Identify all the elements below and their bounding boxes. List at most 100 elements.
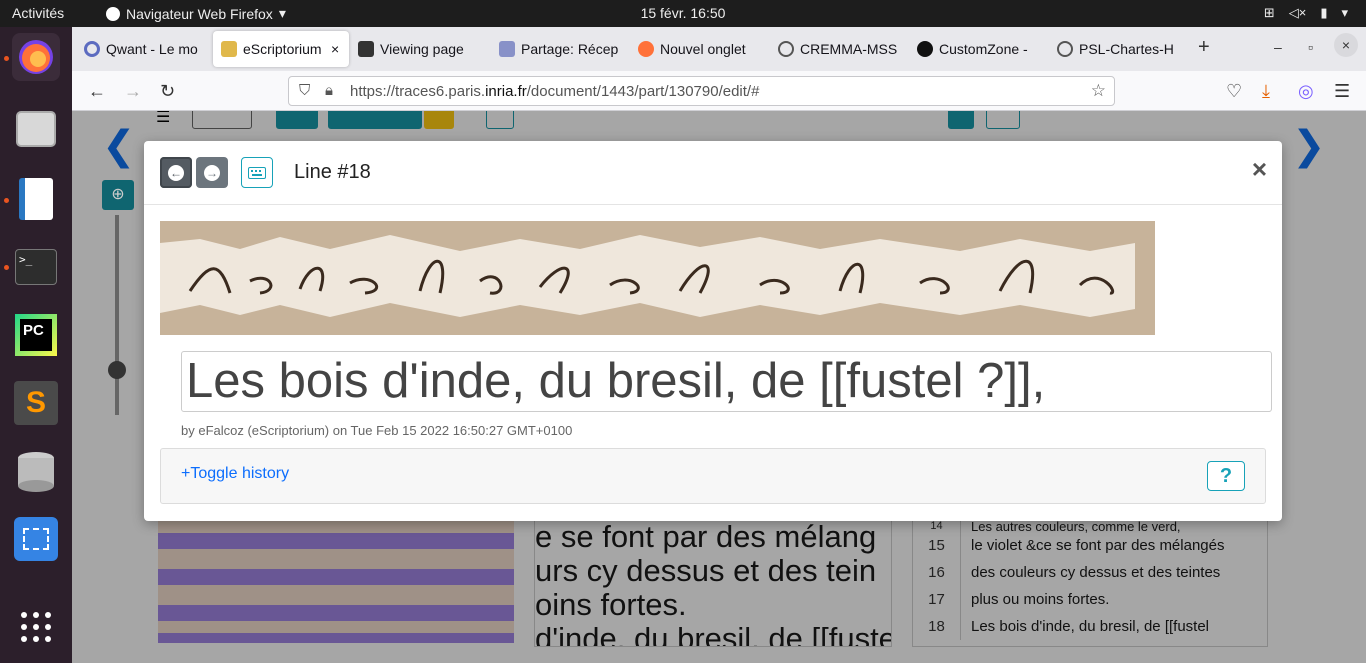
running-indicator bbox=[4, 265, 9, 270]
customzone-icon bbox=[917, 41, 933, 57]
help-button[interactable]: ? bbox=[1207, 461, 1245, 491]
settings-button[interactable] bbox=[276, 111, 318, 129]
cut-button[interactable] bbox=[424, 111, 454, 129]
next-page-icon[interactable]: ❯ bbox=[1292, 123, 1326, 169]
line-list-icon[interactable]: ☰ bbox=[156, 111, 170, 127]
escriptorium-icon bbox=[221, 41, 237, 57]
battery-icon: ▮ bbox=[1320, 5, 1328, 20]
pocket-icon[interactable]: ♡ bbox=[1226, 81, 1242, 102]
help-button[interactable] bbox=[486, 111, 514, 129]
tab-nouvel-onglet[interactable]: Nouvel onglet bbox=[638, 31, 768, 67]
line-text: plus ou moins fortes. bbox=[971, 591, 1110, 608]
line-text: Les autres couleurs, comme le verd, bbox=[971, 519, 1181, 534]
bg-text-line: e se font par des mélang bbox=[535, 519, 877, 554]
zoom-in-button[interactable]: ⊕ bbox=[102, 180, 134, 210]
url-domain: inria.fr bbox=[485, 83, 527, 100]
sublime-dock-icon[interactable]: S bbox=[12, 379, 60, 427]
tab-label: PSL-Chartes-H bbox=[1079, 41, 1174, 57]
url-suffix: /document/1443/part/130790/edit/# bbox=[526, 83, 760, 100]
list-item[interactable]: 16 des couleurs cy dessus et des teintes bbox=[913, 559, 1267, 586]
url-text[interactable]: https://traces6.paris.inria.fr/document/… bbox=[350, 83, 759, 100]
new-tab-icon[interactable]: + bbox=[1198, 36, 1210, 59]
pycharm-dock-icon[interactable]: PC bbox=[12, 311, 60, 359]
database-dock-icon[interactable] bbox=[12, 447, 60, 495]
extension-icon[interactable]: ◎ bbox=[1298, 81, 1314, 102]
hamburger-menu-icon[interactable]: ☰ bbox=[1334, 81, 1350, 102]
downloads-icon[interactable]: ⤓ bbox=[1262, 81, 1270, 102]
lock-icon[interactable]: 🔒︎ bbox=[325, 82, 333, 99]
layout-button-group[interactable] bbox=[328, 111, 422, 129]
tab-label: CREMMA-MSS bbox=[800, 41, 898, 57]
version-author-info: by eFalcoz (eScriptorium) on Tue Feb 15 … bbox=[181, 423, 573, 438]
line-number: 14 bbox=[913, 520, 961, 532]
forward-icon[interactable]: → bbox=[124, 81, 142, 102]
modal-title: Line #18 bbox=[294, 161, 371, 183]
tab-label: Viewing page bbox=[380, 41, 464, 57]
bg-text-line: urs cy dessus et des tein bbox=[535, 553, 877, 588]
reload-icon[interactable]: ↻ bbox=[160, 81, 175, 102]
screenshot-dock-icon[interactable] bbox=[12, 515, 60, 563]
tab-viewing-page[interactable]: Viewing page bbox=[358, 31, 482, 67]
show-apps-icon[interactable] bbox=[12, 603, 60, 651]
line-number: 15 bbox=[913, 532, 961, 559]
system-tray[interactable]: ⊞ ◁× ▮ ▾ bbox=[1264, 5, 1348, 21]
tab-escriptorium[interactable]: eScriptorium × bbox=[213, 31, 349, 67]
background-transcription-panel: e se font par des mélang urs cy dessus e… bbox=[534, 519, 892, 647]
tab-customzone[interactable]: CustomZone - bbox=[917, 31, 1041, 67]
transcription-input[interactable]: Les bois d'inde, du bresil, de [[fustel … bbox=[181, 351, 1272, 412]
previous-line-button[interactable]: ← bbox=[160, 157, 192, 188]
close-window-icon[interactable]: × bbox=[1334, 33, 1358, 57]
bookmark-star-icon[interactable]: ☆ bbox=[1091, 81, 1106, 101]
toggle-history-link[interactable]: +Toggle history bbox=[181, 465, 289, 483]
shield-icon[interactable]: ⛉ bbox=[299, 82, 310, 99]
share-icon bbox=[499, 41, 515, 57]
keyboard-button[interactable] bbox=[986, 111, 1020, 129]
background-manuscript-image bbox=[158, 519, 514, 643]
url-bar[interactable]: ⛉ 🔒︎ https://traces6.paris.inria.fr/docu… bbox=[288, 76, 1115, 106]
clock[interactable]: 15 févr. 16:50 bbox=[0, 5, 1366, 21]
undo-button[interactable] bbox=[192, 111, 252, 129]
tab-label: Partage: Récep bbox=[521, 41, 619, 57]
back-icon[interactable]: ← bbox=[88, 81, 106, 102]
close-tab-icon[interactable]: × bbox=[331, 41, 339, 57]
history-card: +Toggle history ? bbox=[160, 448, 1266, 504]
tab-psl-chartes[interactable]: PSL-Chartes-H bbox=[1057, 31, 1177, 67]
next-line-button[interactable]: → bbox=[196, 157, 228, 188]
tab-cremma[interactable]: CREMMA-MSS bbox=[778, 31, 902, 67]
github-icon bbox=[1057, 41, 1073, 57]
arrow-right-icon: → bbox=[204, 164, 220, 181]
previous-page-icon[interactable]: ❮ bbox=[102, 123, 136, 169]
background-line-list: 14 Les autres couleurs, comme le verd, 15… bbox=[912, 519, 1268, 647]
zoom-slider-handle[interactable] bbox=[108, 361, 126, 379]
list-item[interactable]: 18 Les bois d'inde, du bresil, de [[fuste… bbox=[913, 613, 1267, 640]
line-text: le violet &ce se font par des mélangés bbox=[971, 537, 1225, 554]
bg-text-line: d'inde, du bresil, de [[fuste bbox=[535, 621, 892, 647]
running-indicator bbox=[4, 198, 9, 203]
close-icon[interactable]: × bbox=[1252, 156, 1267, 182]
tab-label: eScriptorium bbox=[243, 41, 322, 57]
sort-button[interactable] bbox=[948, 111, 974, 129]
list-item[interactable]: 14 Les autres couleurs, comme le verd, bbox=[913, 519, 1267, 534]
firefox-icon bbox=[638, 41, 654, 57]
minimize-icon[interactable]: – bbox=[1274, 39, 1282, 55]
zoom-slider[interactable] bbox=[115, 215, 119, 415]
firefox-dock-icon[interactable] bbox=[12, 33, 60, 81]
tab-qwant[interactable]: Qwant - Le mo bbox=[80, 31, 210, 67]
line-image bbox=[160, 221, 1155, 335]
network-icon: ⊞ bbox=[1263, 5, 1275, 20]
keyboard-icon bbox=[248, 166, 266, 179]
tab-partage[interactable]: Partage: Récep bbox=[499, 31, 623, 67]
tab-label: Qwant - Le mo bbox=[106, 41, 198, 57]
tab-strip: Qwant - Le mo eScriptorium × Viewing pag… bbox=[72, 27, 1366, 71]
virtual-keyboard-button[interactable] bbox=[241, 157, 273, 188]
page-icon bbox=[358, 41, 374, 57]
writer-dock-icon[interactable] bbox=[12, 175, 60, 223]
terminal-dock-icon[interactable]: >_ bbox=[12, 243, 60, 291]
list-item[interactable]: 17 plus ou moins fortes. bbox=[913, 586, 1267, 613]
chevron-down-icon: ▾ bbox=[1341, 5, 1348, 20]
list-item[interactable]: 15 le violet &ce se font par des mélangés bbox=[913, 532, 1267, 559]
line-number: 17 bbox=[913, 586, 961, 613]
files-dock-icon[interactable] bbox=[12, 105, 60, 153]
line-text: des couleurs cy dessus et des teintes bbox=[971, 564, 1221, 581]
maximize-icon[interactable]: ▫ bbox=[1308, 39, 1313, 55]
